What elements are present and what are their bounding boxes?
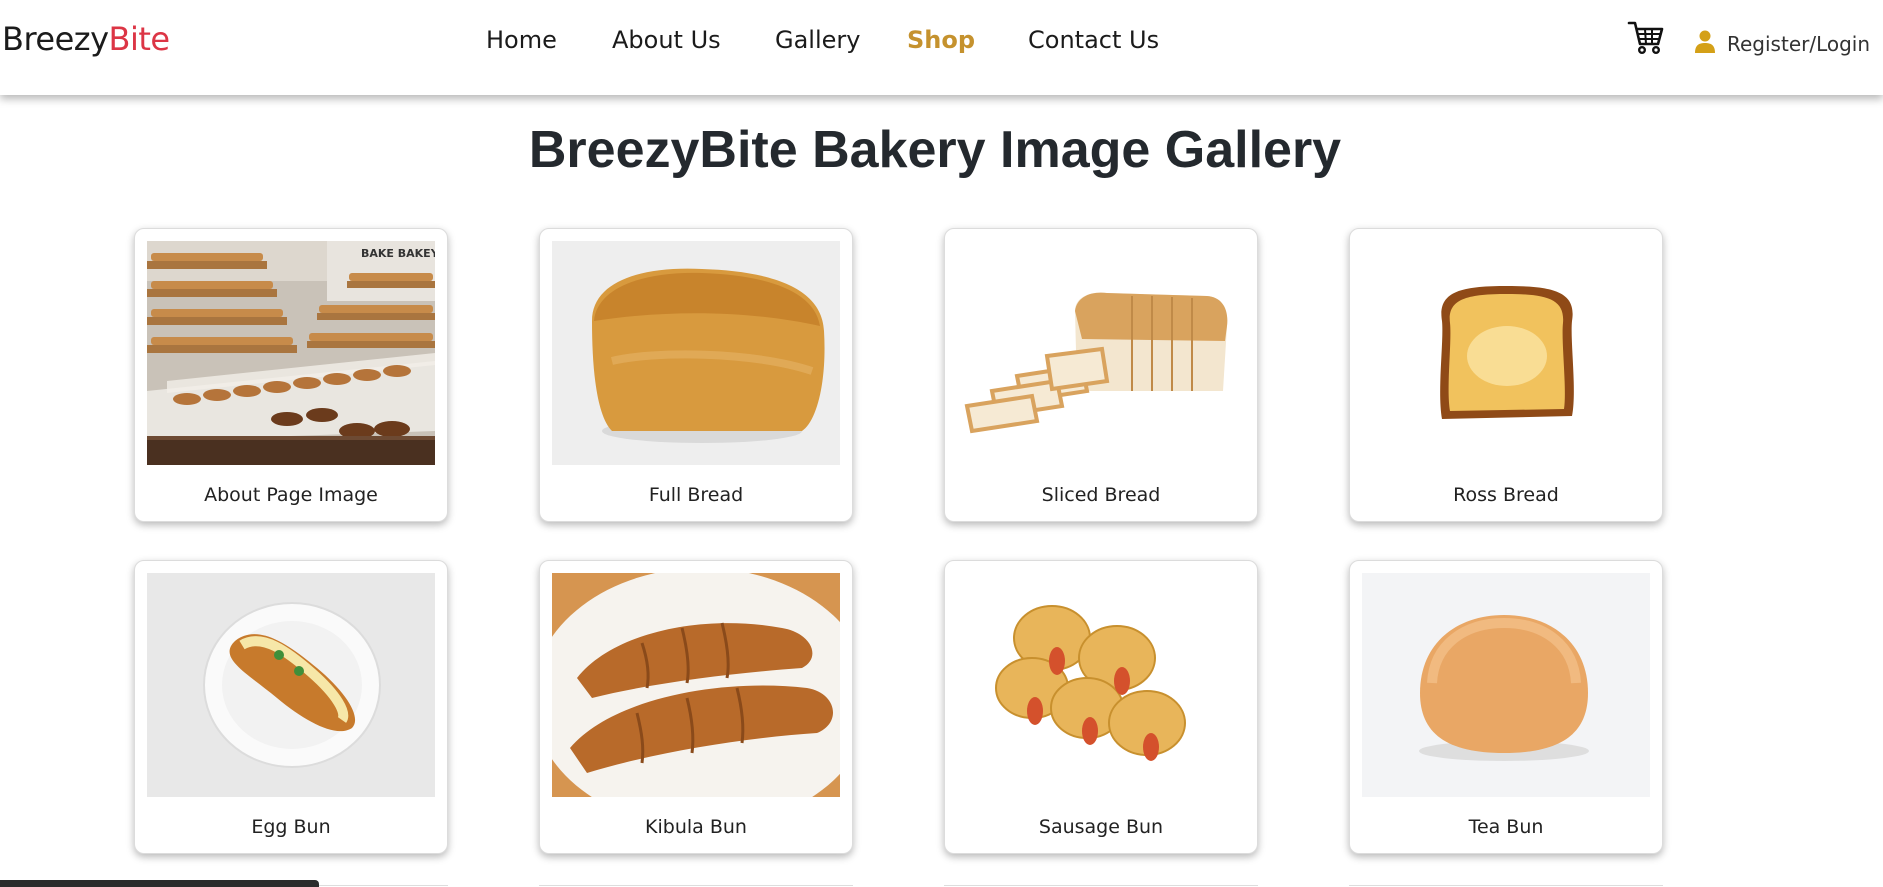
gallery-caption: About Page Image [204,484,378,506]
main-nav: Home About Us Gallery Shop Contact Us [0,26,1883,60]
gallery-card[interactable]: Tea Bun [1349,560,1663,854]
gallery-image [1362,573,1650,797]
status-bar-url-tooltip [0,880,319,887]
gallery-grid: BAKE BAKEY About Page Image Full Bread S… [0,0,1883,887]
gallery-caption: Full Bread [648,484,744,506]
gallery-card[interactable]: Full Bread [539,228,853,522]
gallery-caption: Sausage Bun [1038,816,1164,838]
gallery-image [552,573,840,797]
nav-about-us[interactable]: About Us [612,26,721,54]
gallery-card[interactable]: BAKE BAKEY About Page Image [134,228,448,522]
gallery-caption: Ross Bread [1453,484,1559,506]
nav-shop[interactable]: Shop [907,26,975,54]
navbar: BreezyBite Home About Us Gallery Shop Co… [0,0,1883,95]
gallery-image: BAKE BAKEY [147,241,435,465]
gallery-caption: Tea Bun [1468,816,1544,838]
gallery-image [957,241,1245,465]
gallery-caption: Sliced Bread [1041,484,1161,506]
gallery-caption: Egg Bun [251,816,331,838]
gallery-image [1362,241,1650,465]
cart-button[interactable] [1627,18,1665,56]
nav-contact-us[interactable]: Contact Us [1028,26,1159,54]
svg-text:BAKE BAKEY: BAKE BAKEY [361,247,435,260]
user-icon [1695,30,1715,53]
gallery-card[interactable]: Sausage Bun [944,560,1258,854]
cart-icon [1627,21,1664,55]
gallery-image [957,573,1245,797]
gallery-caption: Kibula Bun [645,816,747,838]
nav-home[interactable]: Home [486,26,557,54]
gallery-image [147,573,435,797]
gallery-card[interactable]: Ross Bread [1349,228,1663,522]
nav-gallery[interactable]: Gallery [775,26,860,54]
register-login-label: Register/Login [1727,32,1871,56]
gallery-card[interactable]: Egg Bun [134,560,448,854]
gallery-card[interactable]: Sliced Bread [944,228,1258,522]
gallery-image [552,241,840,465]
gallery-card[interactable]: Kibula Bun [539,560,853,854]
